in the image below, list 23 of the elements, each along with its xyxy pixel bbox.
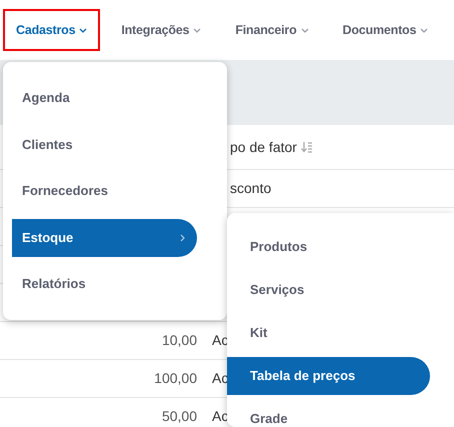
menu-item[interactable]: Relatórios — [12, 265, 197, 303]
menu-item[interactable]: Fornecedores — [12, 172, 197, 210]
menu-item[interactable]: Agenda — [12, 79, 197, 117]
nav-menu-item[interactable]: Financeiro — [222, 9, 322, 51]
menu-item[interactable]: Produtos — [227, 228, 430, 266]
menu-item[interactable]: Estoque — [12, 218, 197, 256]
table-cell-text: sconto — [230, 179, 272, 198]
table-cell-text: Ac — [212, 369, 228, 388]
table-cell-text: 100,00 — [153, 369, 197, 388]
table-cell-text: 50,00 — [160, 407, 197, 426]
table-cell-text: 10,00 — [160, 331, 197, 350]
nav-menu-item[interactable]: Documentos — [330, 9, 442, 51]
menu-item[interactable]: Tabela de preços — [227, 357, 430, 395]
menu-item[interactable]: Clientes — [12, 126, 197, 164]
table-cell-text: Ac — [212, 331, 228, 350]
table-cell-text: Ac — [212, 407, 228, 426]
nav-menu-item[interactable]: Integrações — [108, 9, 214, 51]
menu-item[interactable]: Grade — [227, 400, 430, 427]
nav-menu-item[interactable]: Cadastros — [3, 9, 100, 51]
column-header: po de fator — [230, 138, 297, 157]
menu-item[interactable]: Kit — [227, 314, 430, 352]
menu-item[interactable]: Serviços — [227, 271, 430, 309]
sort-icon — [300, 142, 313, 152]
